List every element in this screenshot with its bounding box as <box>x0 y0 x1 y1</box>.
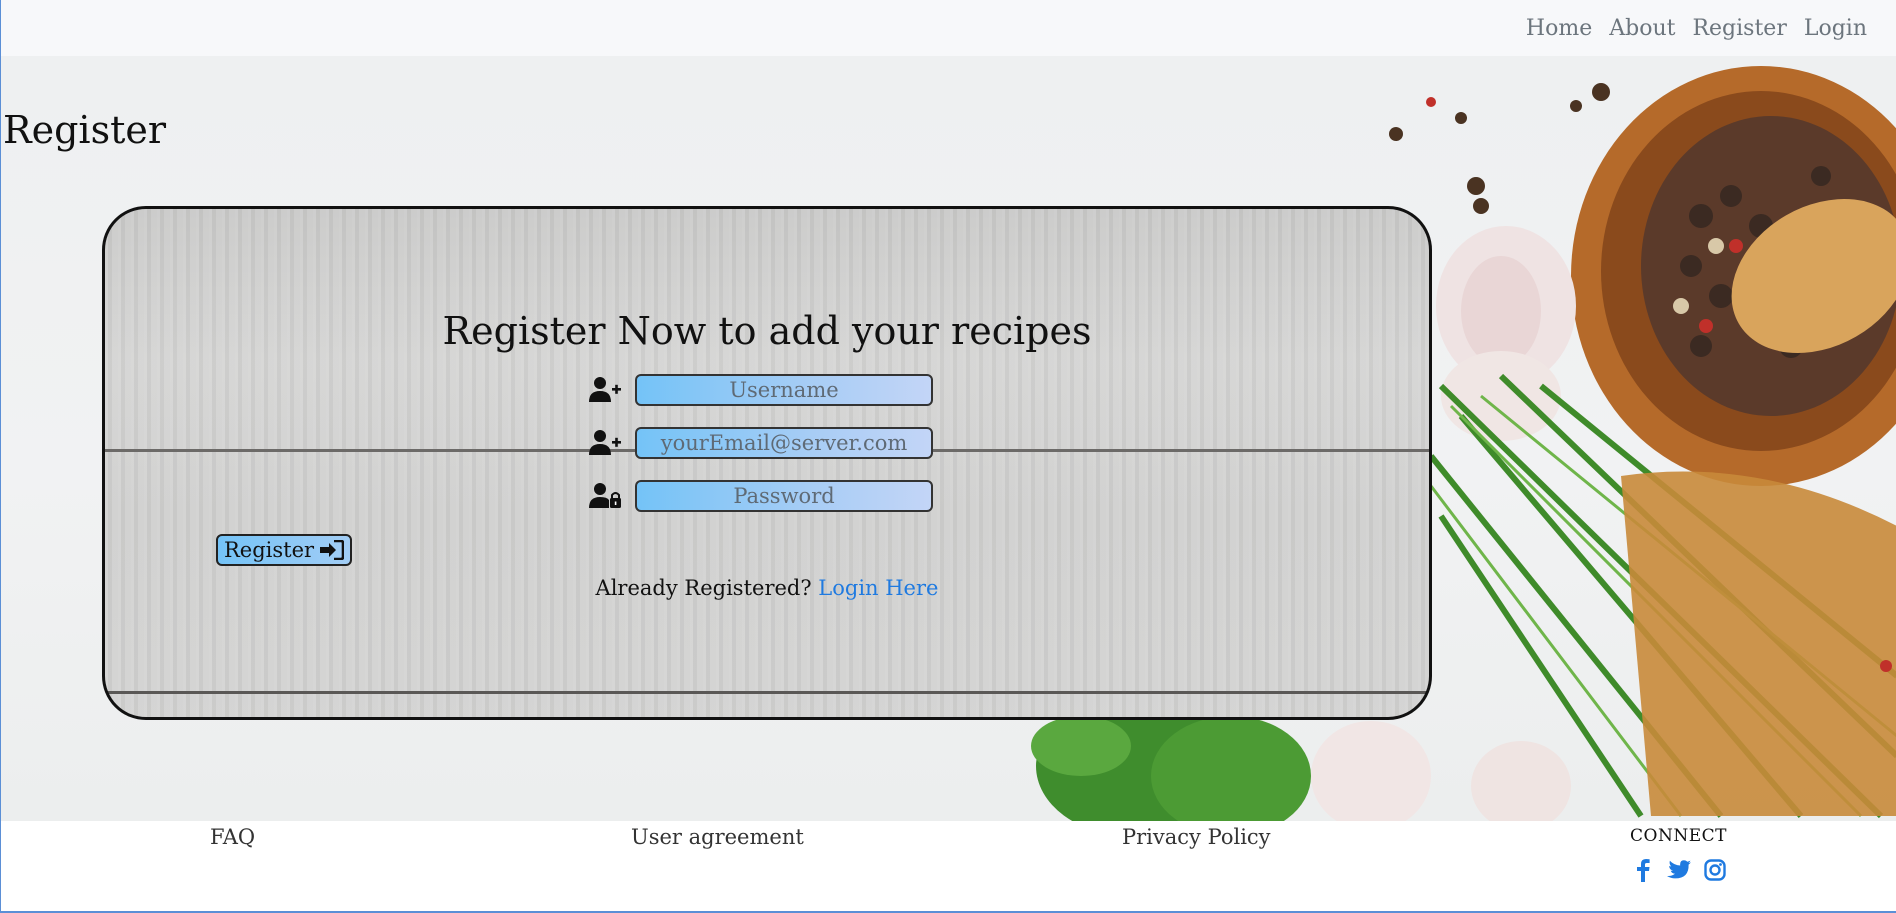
register-heading: Register Now to add your recipes <box>442 309 1092 353</box>
register-button-label: Register <box>224 538 315 562</box>
user-plus-icon <box>589 429 621 457</box>
instagram-icon[interactable] <box>1702 857 1728 883</box>
social-links <box>1630 857 1728 883</box>
nav-about-link[interactable]: About <box>1609 16 1675 41</box>
password-input[interactable] <box>635 480 933 512</box>
footer-privacy-policy-link[interactable]: Privacy Policy <box>1122 825 1271 849</box>
password-row <box>589 480 933 512</box>
footer-faq-link[interactable]: FAQ <box>210 825 255 849</box>
already-registered-label: Already Registered? <box>595 576 812 600</box>
twitter-icon[interactable] <box>1666 857 1692 883</box>
footer-user-agreement-link[interactable]: User agreement <box>631 825 804 849</box>
page-title: Register <box>3 108 167 152</box>
register-submit-button[interactable]: Register <box>216 534 353 566</box>
username-input[interactable] <box>635 374 933 406</box>
user-plus-icon <box>589 376 621 404</box>
nav-home-link[interactable]: Home <box>1526 16 1592 41</box>
login-here-link[interactable]: Login Here <box>818 576 938 600</box>
already-registered-text: Already Registered? Login Here <box>105 576 1429 600</box>
user-lock-icon <box>589 482 621 510</box>
nav-register-link[interactable]: Register <box>1692 16 1786 41</box>
facebook-icon[interactable] <box>1630 857 1656 883</box>
nav-login-link[interactable]: Login <box>1804 16 1867 41</box>
sign-in-icon <box>320 540 345 560</box>
email-input[interactable] <box>635 427 933 459</box>
connect-label: CONNECT <box>1630 826 1727 846</box>
top-nav: Home About Register Login <box>1 0 1896 56</box>
footer: FAQ User agreement Privacy Policy CONNEC… <box>1 821 1896 913</box>
username-row <box>589 374 933 406</box>
register-card: Register Now to add your recipes Usernam… <box>102 206 1432 720</box>
email-row <box>589 427 933 459</box>
